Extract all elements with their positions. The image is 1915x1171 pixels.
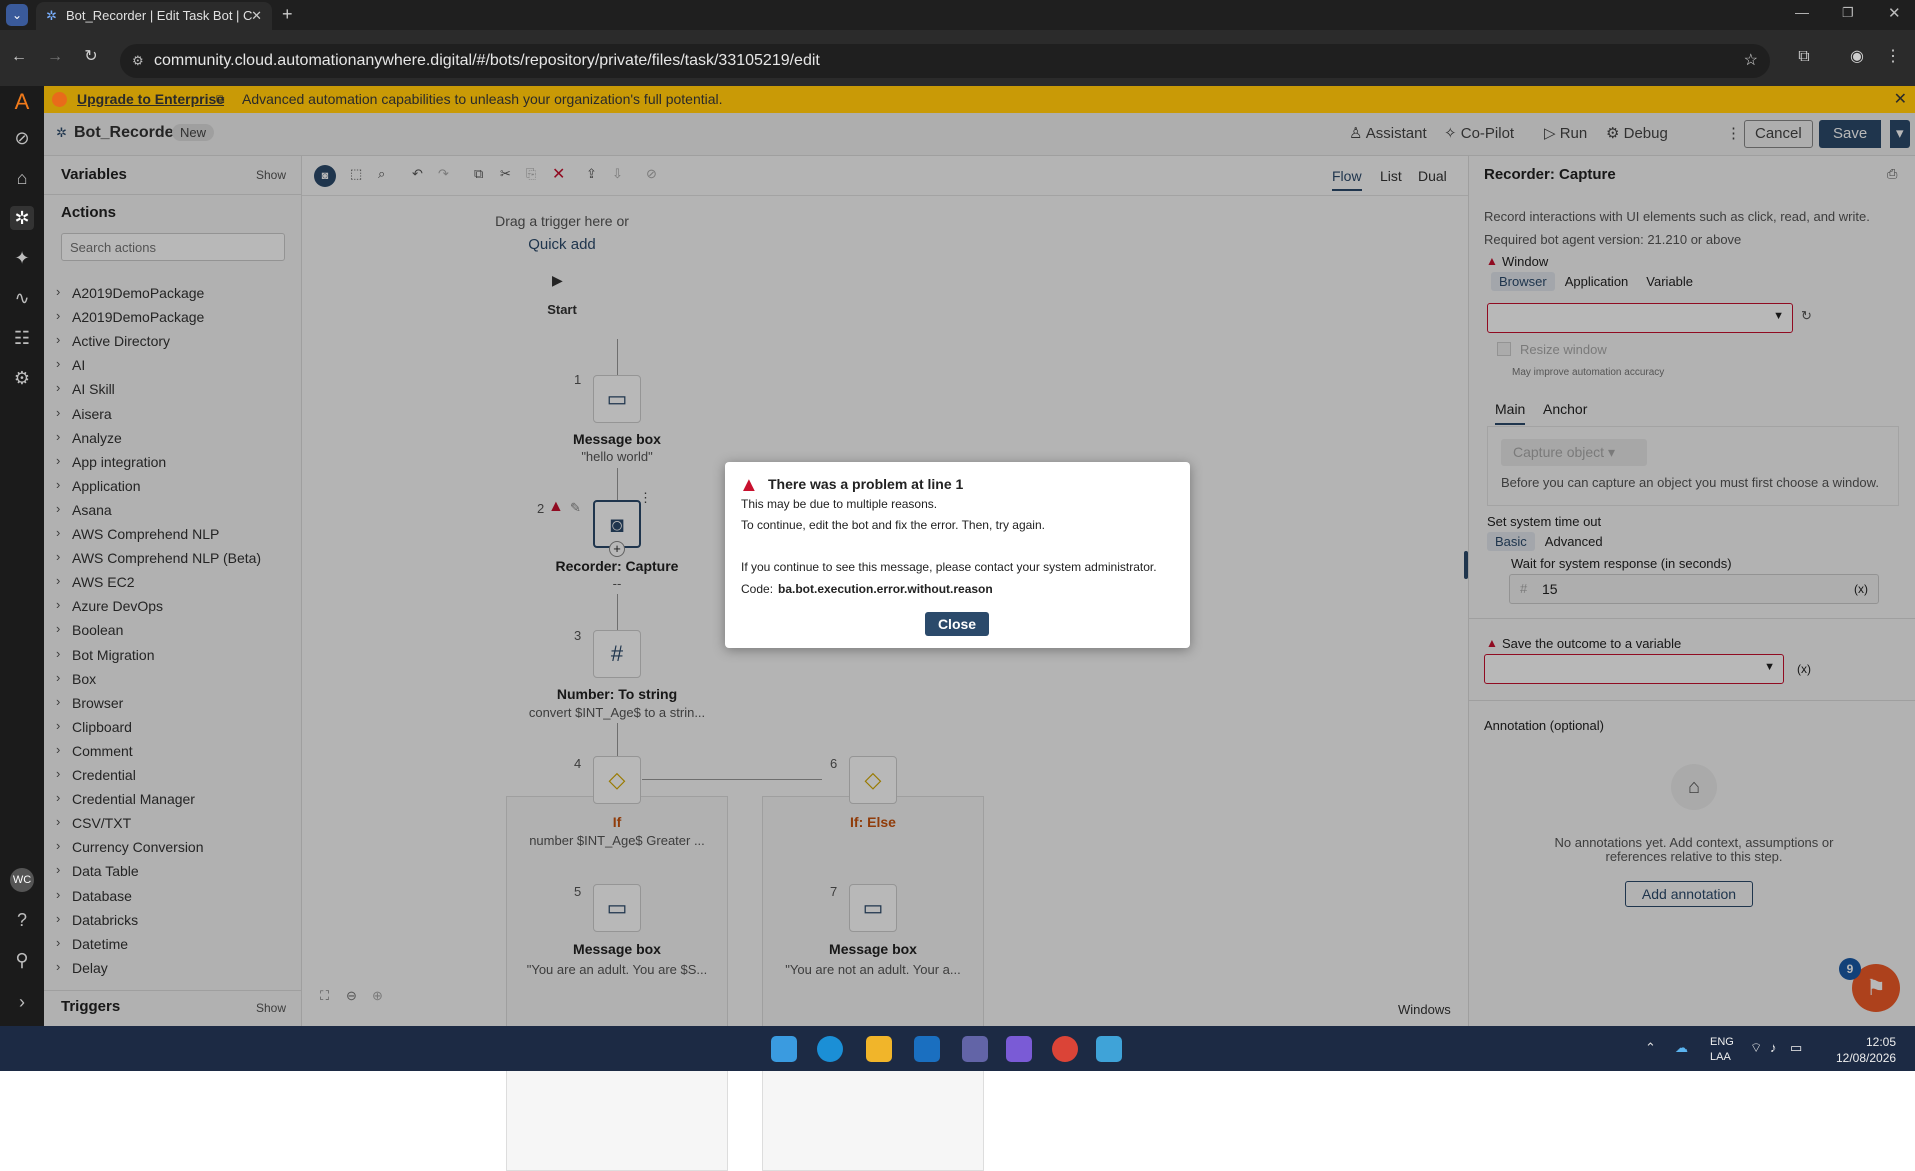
clock-date[interactable]: 12/08/2026 [1836, 1051, 1896, 1065]
upgrade-link[interactable]: Upgrade to Enterprise [77, 86, 224, 113]
avatar[interactable]: WC [10, 868, 34, 892]
activity-icon[interactable]: ∿ [10, 286, 34, 310]
settings-icon[interactable]: ⚙ [10, 366, 34, 390]
browser-tab[interactable]: ✲ Bot_Recorder | Edit Task Bot | C ✕ [36, 2, 272, 30]
minimize-icon[interactable]: — [1795, 4, 1809, 20]
agent-status-icon[interactable]: ⚲ [10, 948, 34, 972]
error-code: ba.bot.execution.error.without.reason [778, 582, 993, 596]
tab-favicon-icon: ✲ [46, 8, 57, 23]
tray-chevron-icon[interactable]: ⌃ [1645, 1040, 1656, 1056]
reload-icon[interactable]: ↻ [80, 47, 102, 67]
forward-icon[interactable]: → [44, 47, 66, 67]
edge-icon[interactable] [817, 1036, 843, 1062]
wifi-icon[interactable]: ⌔ [1750, 1040, 1762, 1056]
volume-icon[interactable]: ♪ [1770, 1040, 1777, 1055]
windows-taskbar [0, 1026, 1915, 1071]
close-button[interactable]: Close [925, 612, 989, 636]
onedrive-icon[interactable]: ☁ [1675, 1040, 1688, 1056]
battery-icon[interactable]: ▭ [1790, 1040, 1802, 1056]
notepad-icon[interactable] [1096, 1036, 1122, 1062]
new-tab-icon[interactable]: + [282, 4, 293, 25]
close-tab-icon[interactable]: ✕ [251, 2, 262, 30]
keyboard-lang[interactable]: ENG [1710, 1036, 1734, 1048]
manage-icon[interactable]: ☷ [10, 326, 34, 350]
back-icon[interactable]: ← [8, 47, 30, 67]
url-text: community.cloud.automationanywhere.digit… [154, 52, 820, 69]
explore-icon[interactable]: ⊘ [10, 126, 34, 150]
tab-list-button[interactable]: ⌄ [6, 4, 28, 26]
dialog-title: There was a problem at line 1 [768, 476, 964, 492]
home-icon[interactable]: ⌂ [10, 166, 34, 190]
error-code-label: Code: [741, 582, 774, 596]
tab-title: Bot_Recorder | Edit Task Bot | C [66, 8, 253, 23]
external-link-icon: ⧉ [216, 92, 225, 106]
app-left-nav: A ⊘ ⌂ ✲ ✦ ∿ ☷ ⚙ WC ? ⚲ › [0, 86, 44, 1026]
upgrade-banner: Upgrade to Enterprise ⧉ Advanced automat… [44, 86, 1915, 113]
extensions-icon[interactable]: ⧉ [1793, 47, 1815, 67]
url-field[interactable]: ⚙ community.cloud.automationanywhere.dig… [120, 44, 1770, 78]
restore-icon[interactable]: ❐ [1842, 5, 1854, 21]
profile-icon[interactable]: ◉ [1846, 47, 1868, 67]
browser-tab-bar: ⌄ ✲ Bot_Recorder | Edit Task Bot | C ✕ +… [0, 0, 1915, 30]
banner-text: Advanced automation capabilities to unle… [242, 91, 723, 107]
banner-close-icon[interactable]: ✕ [1894, 86, 1907, 113]
teams-icon[interactable] [962, 1036, 988, 1062]
error-dialog: ▲ There was a problem at line 1 This may… [725, 462, 1190, 648]
banner-logo-icon [52, 92, 67, 107]
clock-time[interactable]: 12:05 [1866, 1035, 1896, 1049]
ai-tools-icon[interactable]: ✦ [10, 246, 34, 270]
error-warning-icon: ▲ [739, 474, 759, 496]
expand-nav-icon[interactable]: › [10, 990, 34, 1014]
browser-menu-icon[interactable]: ⋮ [1882, 47, 1904, 67]
help-icon[interactable]: ? [10, 908, 34, 932]
keyboard-layout[interactable]: LAA [1710, 1051, 1731, 1063]
file-explorer-icon[interactable] [866, 1036, 892, 1062]
dialog-line-3: If you continue to see this message, ple… [741, 560, 1157, 574]
outlook-icon[interactable] [914, 1036, 940, 1062]
dialog-line-1: This may be due to multiple reasons. [741, 497, 938, 511]
aa-logo-icon[interactable]: A [10, 90, 34, 114]
chrome-icon[interactable] [1052, 1036, 1078, 1062]
automation-icon[interactable]: ✲ [10, 206, 34, 230]
close-window-icon[interactable]: ✕ [1888, 4, 1901, 22]
start-icon[interactable] [771, 1036, 797, 1062]
dialog-line-2: To continue, edit the bot and fix the er… [741, 518, 1045, 532]
site-info-icon[interactable]: ⚙ [132, 44, 144, 78]
m365-icon[interactable] [1006, 1036, 1032, 1062]
bookmark-star-icon[interactable]: ☆ [1744, 44, 1758, 78]
